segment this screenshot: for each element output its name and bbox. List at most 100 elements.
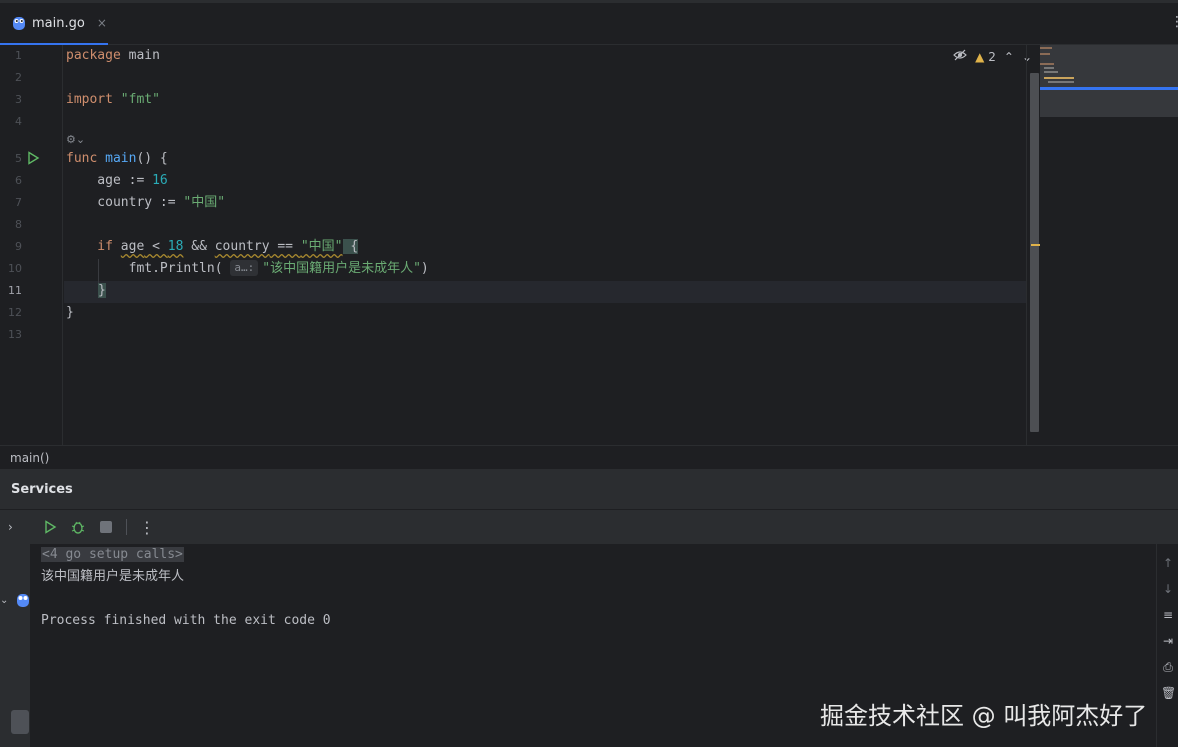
debug-icon[interactable] — [70, 519, 86, 535]
scrollbar-track — [1026, 45, 1027, 445]
print-icon[interactable]: ⎙ — [1161, 660, 1175, 674]
matched-brace: { — [342, 239, 359, 254]
line-number: 1 — [15, 49, 22, 62]
stop-icon[interactable] — [98, 519, 114, 535]
closing-brace: } — [66, 305, 74, 320]
code-editor[interactable]: 1 2 3 4 5 6 7 8 9 10 11 12 13 ⚙⌄ package… — [0, 45, 1178, 445]
line-number: 2 — [15, 71, 22, 84]
warning-operator: < — [144, 239, 168, 254]
matched-brace: } — [98, 283, 106, 298]
watermark: 掘金技术社区 @ 叫我阿杰好了 — [820, 702, 1148, 730]
punctuation: ( — [214, 261, 223, 276]
more-vertical-icon[interactable]: ⋮ — [139, 518, 155, 537]
close-icon[interactable]: × — [97, 16, 107, 30]
scroll-down-icon[interactable]: ↓ — [1161, 582, 1175, 596]
code-line-3: import "fmt" — [66, 89, 160, 111]
string-literal: "中国" — [183, 195, 226, 210]
services-title: Services — [0, 469, 1178, 510]
folded-setup-calls[interactable]: <4 go setup calls> — [41, 547, 184, 562]
keyword: import — [66, 92, 113, 107]
scroll-up-icon[interactable]: ↑ — [1161, 556, 1175, 570]
warning-country: country — [214, 239, 270, 254]
expand-chevron-icon[interactable]: › — [8, 520, 13, 534]
warning-age: age — [120, 239, 145, 254]
services-toolbar: ⋮ — [30, 510, 1178, 544]
more-vertical-icon[interactable]: ⋮ — [1170, 14, 1178, 32]
minimap[interactable] — [1040, 45, 1178, 117]
console-output: 该中国籍用户是未成年人 — [41, 569, 185, 584]
string-literal: "该中国籍用户是未成年人" — [262, 261, 421, 276]
breadcrumb[interactable]: main() — [0, 445, 1178, 469]
title-bar-strip — [0, 0, 1178, 3]
line-number: 9 — [15, 240, 22, 253]
number-literal: 18 — [167, 239, 184, 254]
parameter-hint: a…: — [230, 260, 259, 276]
scroll-to-end-icon[interactable]: ⇥ — [1161, 634, 1175, 648]
line-number: 5 — [15, 152, 22, 165]
trash-icon[interactable]: 🗑 — [1161, 686, 1176, 700]
minimap-line — [1040, 63, 1054, 65]
warning-stripe-marker[interactable] — [1031, 244, 1040, 246]
string-literal: "fmt" — [112, 92, 160, 107]
editor-tab-bar: main.go × ⋮ — [0, 0, 1178, 45]
keyword: if — [66, 239, 121, 254]
collapse-chevron-icon[interactable]: ⌄ — [0, 595, 8, 606]
minimap-line — [1048, 81, 1074, 83]
punctuation: ) — [420, 261, 429, 276]
run-icon[interactable] — [26, 151, 40, 165]
tree-node-button[interactable] — [11, 710, 29, 734]
toolbar-divider — [126, 519, 127, 535]
code-line-5: func main() { — [66, 148, 168, 170]
minimap-line — [1044, 71, 1058, 73]
code-line-10: fmt.Println( a…: "该中国籍用户是未成年人") — [66, 258, 429, 280]
warning-counter[interactable]: ▲ 2 — [975, 50, 996, 64]
punctuation: () { — [136, 151, 168, 166]
services-tree[interactable]: › ⌄ — [0, 510, 30, 747]
line-number: 6 — [15, 174, 22, 187]
minimap-current-line — [1040, 87, 1178, 90]
warning-icon: ▲ — [975, 49, 985, 64]
function-name: main — [97, 151, 137, 166]
gopher-run-icon[interactable] — [16, 592, 30, 608]
previous-highlight-icon[interactable]: ⌃ — [1004, 50, 1014, 64]
breadcrumb-item[interactable]: main() — [10, 451, 49, 465]
identifier: main — [120, 48, 160, 63]
code-line-12: } — [66, 302, 74, 324]
line-number: 12 — [8, 306, 22, 319]
warning-count: 2 — [988, 49, 996, 64]
minimap-line — [1040, 53, 1050, 55]
line-number: 13 — [8, 328, 22, 341]
code-text: fmt. — [66, 261, 160, 276]
eye-off-icon[interactable] — [953, 49, 968, 64]
operator: && — [183, 239, 215, 254]
console-exit-message: Process finished with the exit code 0 — [41, 613, 331, 628]
code-line-9: if age < 18 && country == "中国" { — [66, 236, 359, 258]
number-literal: 16 — [152, 173, 168, 188]
keyword: package — [66, 48, 121, 63]
gopher-file-icon — [13, 17, 25, 30]
minimap-line — [1044, 77, 1074, 79]
code-text: age := — [66, 173, 153, 188]
warning-operator: == — [269, 239, 301, 254]
line-number: 8 — [15, 218, 22, 231]
tab-main-go[interactable]: main.go × — [0, 3, 108, 45]
run-icon[interactable] — [42, 519, 58, 535]
console-side-toolbar: ↑ ↓ ≡ ⇥ ⎙ 🗑 — [1156, 544, 1178, 747]
soft-wrap-icon[interactable]: ≡ — [1161, 608, 1175, 622]
line-number-current: 11 — [8, 284, 22, 297]
code-vision-icon[interactable]: ⚙⌄ — [66, 133, 85, 146]
line-number: 10 — [8, 262, 22, 275]
minimap-line — [1044, 67, 1054, 69]
code-line-1: package main — [66, 45, 160, 67]
tab-label: main.go — [32, 15, 85, 31]
line-number: 4 — [15, 115, 22, 128]
line-number: 7 — [15, 196, 22, 209]
function-call: Println — [159, 261, 215, 276]
console-line: <4 go setup calls> — [41, 544, 184, 566]
inspection-widget[interactable]: ▲ 2 ⌃ ⌄ — [953, 49, 1032, 64]
vertical-scrollbar[interactable] — [1030, 73, 1039, 432]
current-line-highlight — [64, 281, 1026, 303]
code-text: country := — [66, 195, 184, 210]
code-line-6: age := 16 — [66, 170, 168, 192]
line-number: 3 — [15, 93, 22, 106]
